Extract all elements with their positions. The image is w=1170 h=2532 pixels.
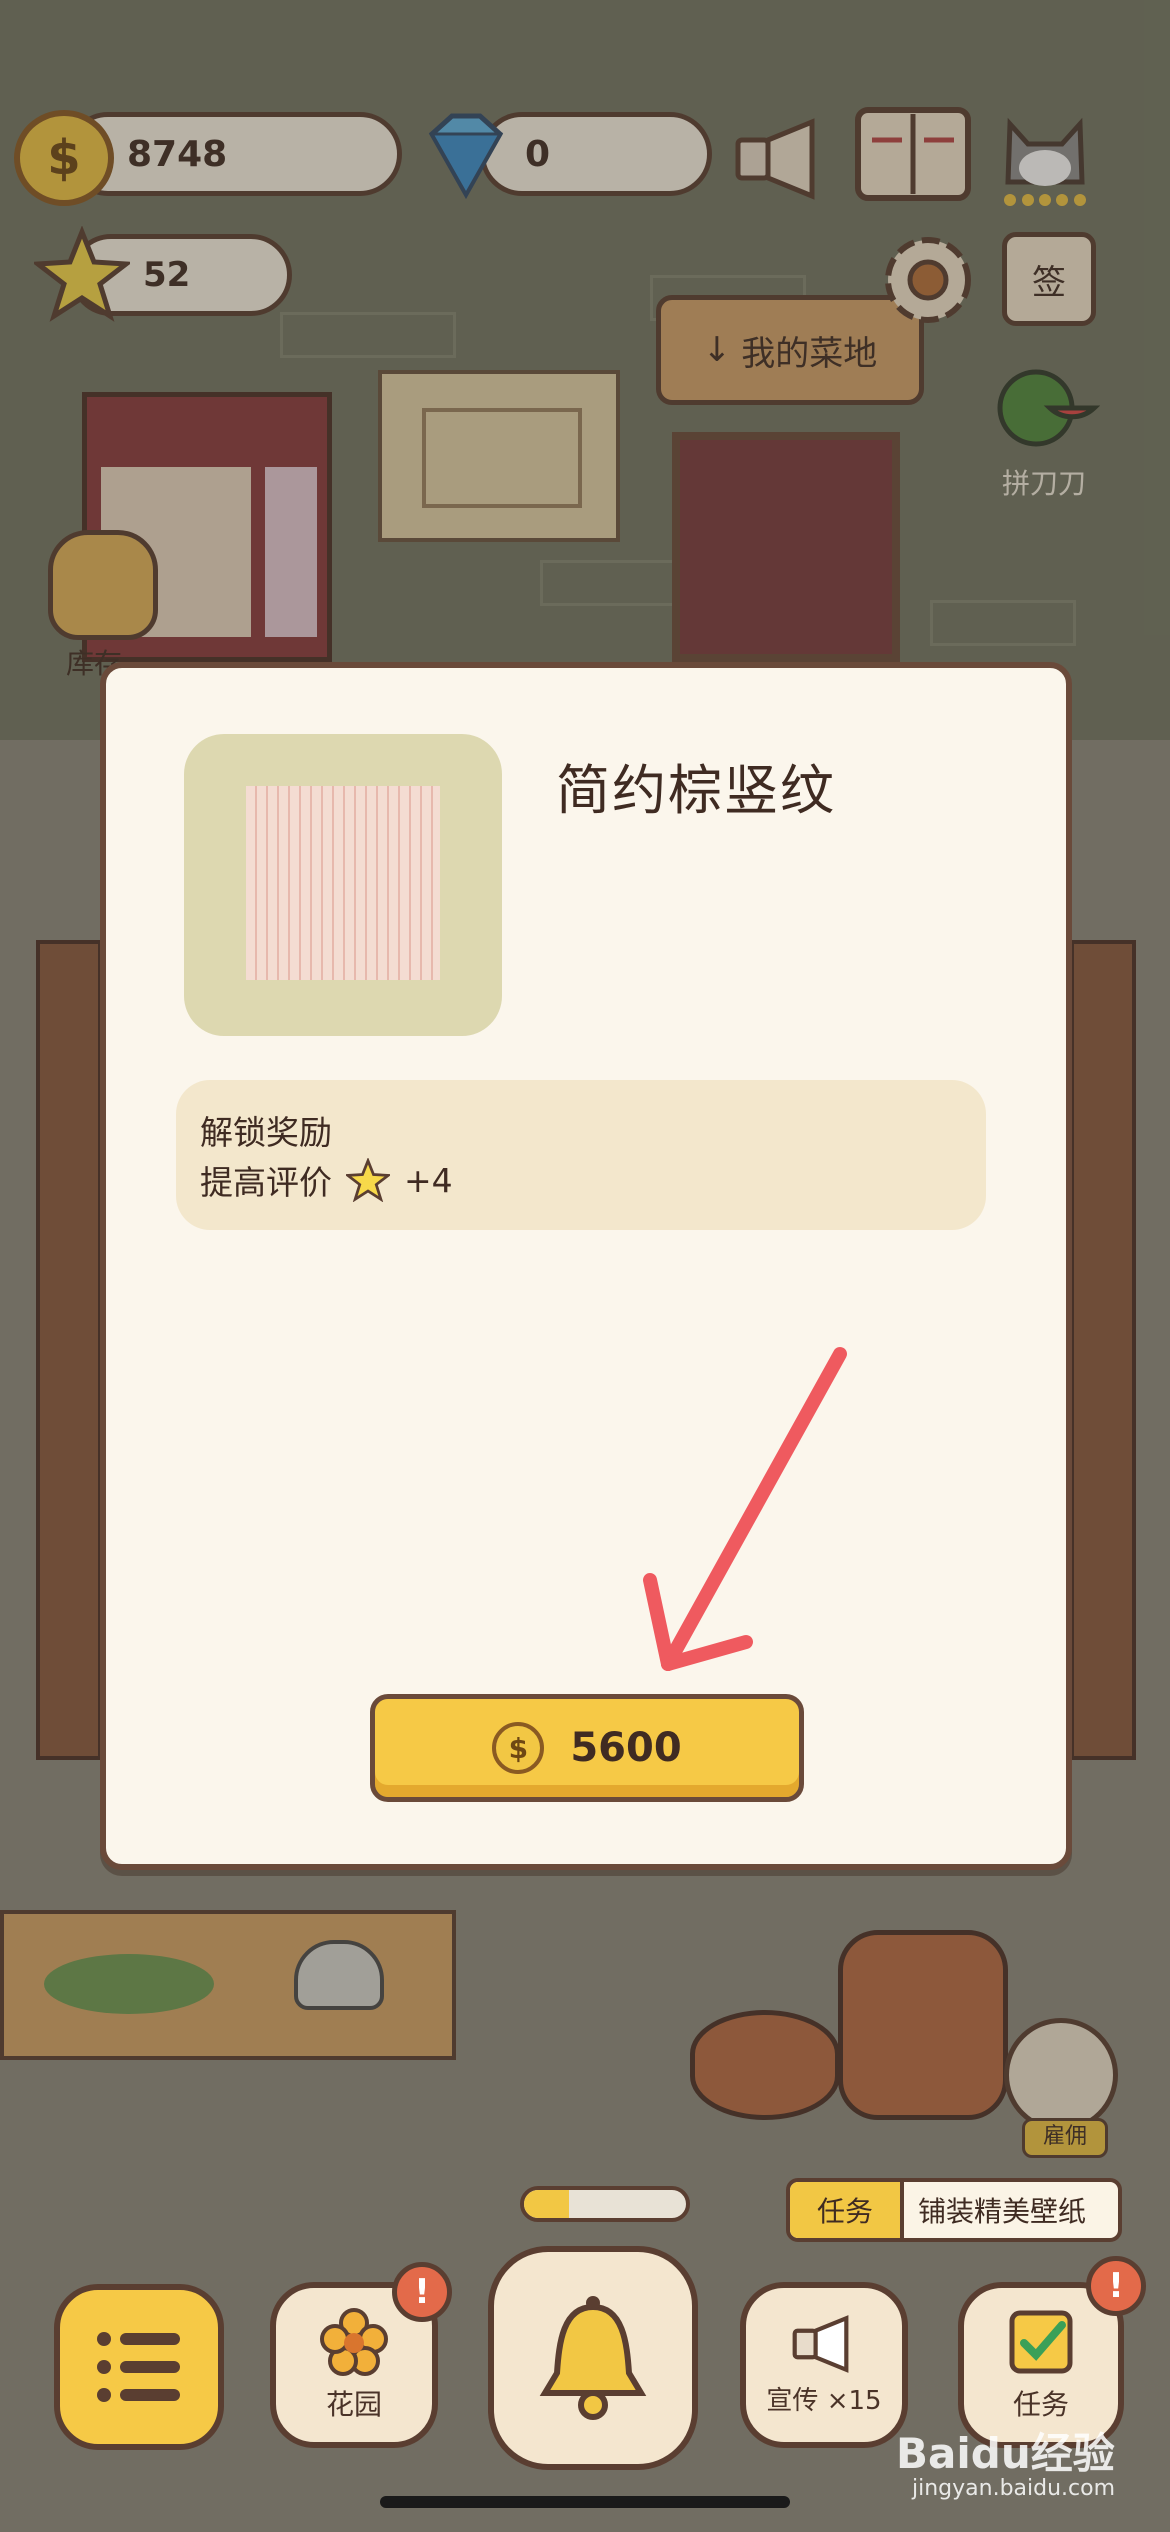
menu-button[interactable] [54,2284,224,2450]
watermark-brand: Baidu经验 [896,2429,1115,2478]
flower-icon [320,2308,388,2376]
promote-row: 宣传 ×15 [766,2380,881,2417]
tasks-label: 任务 [1012,2388,1069,2421]
promote-label: 宣传 [766,2385,819,2416]
brown-stripe-wallpaper-preview [246,786,440,980]
tasks-alert-badge: ! [1086,2256,1146,2316]
coin-icon: $ [492,1722,545,1774]
progress-fill [524,2190,570,2218]
star-icon [346,1158,390,1202]
reward-title: 解锁奖励 [200,1113,332,1152]
promote-button[interactable]: 宣传 ×15 [740,2282,908,2448]
reward-desc: 提高评价 [200,1163,332,1202]
buy-button[interactable]: $ 5600 [370,1694,804,1802]
home-indicator[interactable] [380,2496,790,2508]
task-banner[interactable]: 任务 铺装精美壁纸 [786,2178,1122,2242]
megaphone-icon [792,2314,849,2373]
item-preview-frame [184,734,502,1036]
reward-value: +4 [404,1160,453,1200]
list-icon [97,2332,180,2402]
item-name: 简约棕竖纹 [556,759,836,822]
price-value: 5600 [570,1725,682,1771]
garden-alert-badge: ! [392,2262,452,2322]
bell-button[interactable] [488,2246,698,2470]
red-pointer-arrow [643,1347,847,1671]
unlock-reward-box: 解锁奖励 提高评价 +4 [176,1080,986,1230]
progress-bar [520,2186,690,2222]
task-tag: 任务 [790,2182,904,2238]
bell-icon [539,2296,647,2420]
reward-row: 提高评价 +4 [200,1156,453,1204]
watermark-url: jingyan.baidu.com [912,2476,1116,2501]
task-text: 铺装精美壁纸 [918,2195,1087,2228]
promote-count: ×15 [826,2385,882,2416]
garden-label: 花园 [325,2388,382,2421]
checklist-icon [1009,2310,1073,2374]
unlock-dialog: 简约棕竖纹 解锁奖励 提高评价 +4 $ 5600 [100,662,1072,1870]
